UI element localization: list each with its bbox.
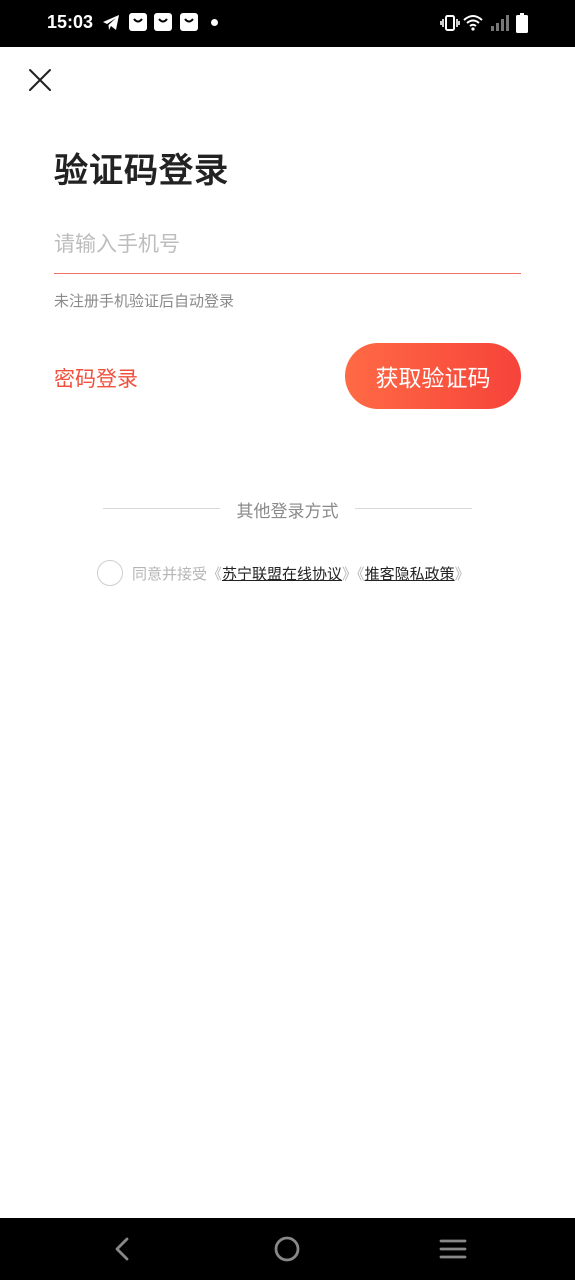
- divider-right: [355, 508, 472, 509]
- close-button[interactable]: [24, 64, 56, 96]
- menu-button[interactable]: [437, 1233, 469, 1265]
- battery-icon: [516, 13, 528, 37]
- back-button[interactable]: [106, 1233, 138, 1265]
- menu-icon: [439, 1239, 467, 1259]
- shopping-bag-icon: [129, 13, 147, 31]
- shopping-bag-icon: [154, 13, 172, 31]
- privacy-policy-link[interactable]: 推客隐私政策: [365, 565, 455, 583]
- notification-dot-icon: [211, 19, 218, 26]
- phone-input[interactable]: [54, 222, 521, 274]
- agreement-bracket-close: 》: [454, 565, 470, 583]
- divider-left: [103, 508, 220, 509]
- status-bar: 15:03: [0, 0, 575, 47]
- page-title: 验证码登录: [54, 151, 229, 191]
- register-hint: 未注册手机验证后自动登录: [54, 292, 235, 310]
- other-login-label: 其他登录方式: [236, 502, 339, 522]
- get-code-button[interactable]: 获取验证码: [345, 343, 521, 409]
- agreement-prefix: 同意并接受: [132, 565, 208, 583]
- home-button[interactable]: [271, 1233, 303, 1265]
- union-agreement-link[interactable]: 苏宁联盟在线协议: [222, 565, 342, 583]
- close-icon: [29, 69, 51, 91]
- status-time: 15:03: [47, 12, 94, 32]
- agreement-text: 同意并接受《苏宁联盟在线协议》《推客隐私政策》: [132, 563, 470, 584]
- telegram-icon: [101, 13, 121, 37]
- back-icon: [115, 1237, 129, 1261]
- vibrate-icon: [440, 13, 460, 37]
- signal-icon: [489, 13, 509, 37]
- password-login-link[interactable]: 密码登录: [54, 363, 138, 393]
- agreement-checkbox[interactable]: [97, 560, 123, 586]
- wifi-icon: [463, 13, 483, 37]
- login-screen: 15:03 验证码登录 请输入手机号 未注册手机验证后自动登录 密码登录 获取验…: [0, 0, 575, 1280]
- system-nav-bar: [0, 1218, 575, 1280]
- home-icon: [274, 1236, 300, 1262]
- agreement-bracket-mid: 》《: [342, 565, 365, 583]
- agreement-bracket-open: 《: [207, 565, 223, 583]
- shopping-bag-icon: [180, 13, 198, 31]
